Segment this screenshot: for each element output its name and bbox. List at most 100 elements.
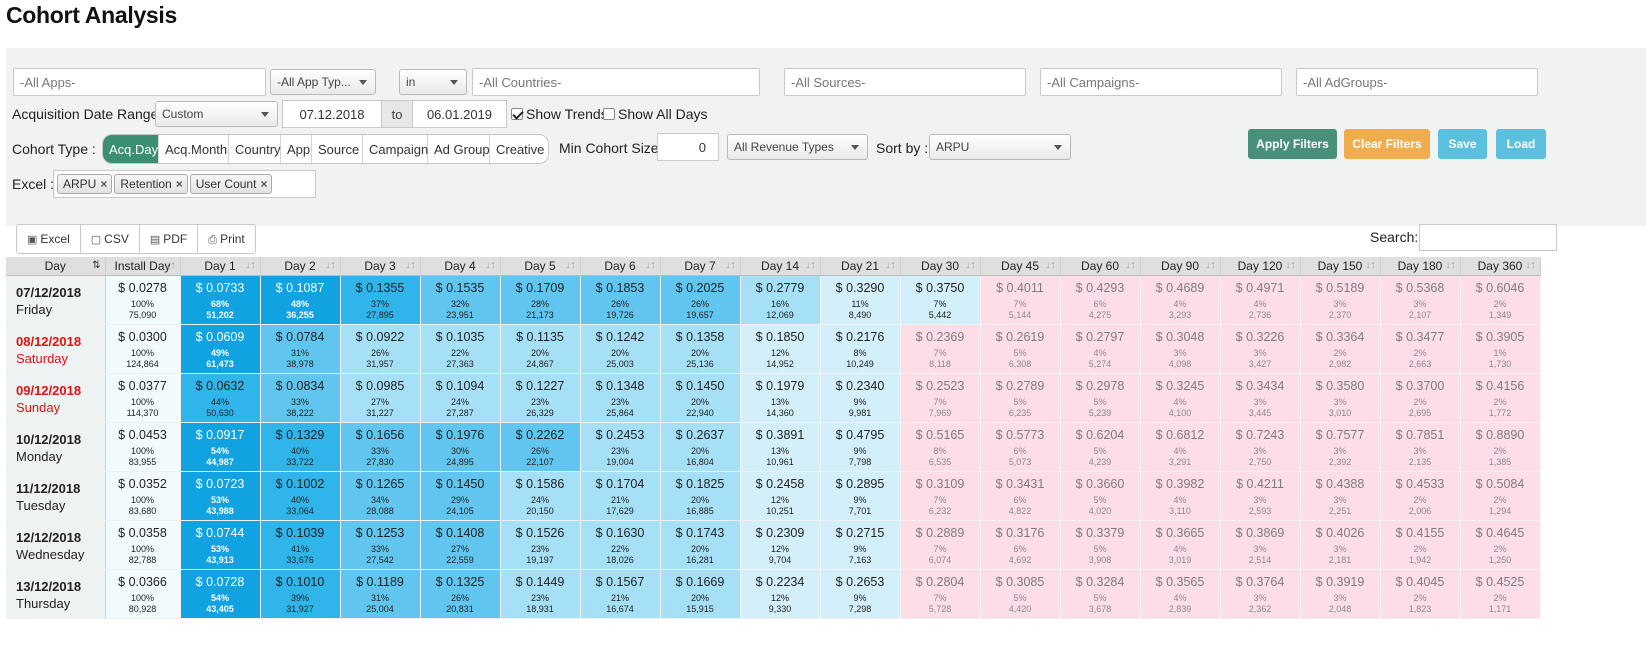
- show-all-days-checkbox[interactable]: Show All Days: [603, 106, 707, 122]
- cohort-cell: $ 0.3982 4% 3,110: [1140, 471, 1221, 521]
- sort-icon[interactable]: ↓↑: [806, 260, 816, 271]
- export-excel-button[interactable]: ▣ Excel: [17, 225, 81, 253]
- column-header-day-21[interactable]: Day 21 ↓↑: [820, 257, 901, 276]
- load-button[interactable]: Load: [1496, 129, 1546, 159]
- column-header-day-1[interactable]: Day 1 ↓↑: [180, 257, 261, 276]
- save-button[interactable]: Save: [1438, 129, 1487, 159]
- clear-filters-button[interactable]: Clear Filters: [1344, 129, 1430, 159]
- cohort-cell: $ 0.2637 20% 16,804: [660, 422, 741, 472]
- date-range-select[interactable]: Custom: [155, 101, 278, 127]
- sort-icon[interactable]: ↓↑: [1286, 260, 1296, 271]
- apps-filter-input[interactable]: -All Apps-: [13, 68, 266, 96]
- sort-icon[interactable]: ↓↑: [246, 260, 256, 271]
- sort-icon[interactable]: ↓↑: [1206, 260, 1216, 271]
- sort-icon[interactable]: ↓↑: [326, 260, 336, 271]
- column-header-day-5[interactable]: Day 5 ↓↑: [500, 257, 581, 276]
- cohort-type-ad-group[interactable]: Ad Group: [428, 135, 490, 163]
- sort-icon[interactable]: ↓↑: [1526, 260, 1536, 271]
- column-header-day-6[interactable]: Day 6 ↓↑: [580, 257, 661, 276]
- min-cohort-size-input[interactable]: 0: [657, 133, 719, 161]
- column-header-day-14[interactable]: Day 14 ↓↑: [740, 257, 821, 276]
- arpu-value: $ 0.3660: [1075, 476, 1125, 491]
- retention-value: 53%: [210, 543, 229, 554]
- user-count-value: 38,222: [286, 407, 314, 418]
- sort-icon[interactable]: ↓↑: [566, 260, 576, 271]
- cohort-type-creative[interactable]: Creative: [490, 135, 548, 163]
- retention-value: 5%: [1093, 592, 1107, 603]
- column-header-day-360[interactable]: Day 360 ↓↑: [1460, 257, 1541, 276]
- sort-icon[interactable]: ↓↑: [1046, 260, 1056, 271]
- user-count-value: 9,981: [848, 407, 872, 418]
- column-header-day-150[interactable]: Day 150 ↓↑: [1300, 257, 1381, 276]
- column-header-day-180[interactable]: Day 180 ↓↑: [1380, 257, 1461, 276]
- sort-icon[interactable]: ↓↑: [1446, 260, 1456, 271]
- apply-filters-button[interactable]: Apply Filters: [1248, 129, 1337, 159]
- cohort-type-acq-month[interactable]: Acq.Month: [159, 135, 229, 163]
- column-header-install-day[interactable]: Install Day ↓↑: [105, 257, 181, 276]
- sort-icon[interactable]: ↓↑: [406, 260, 416, 271]
- cohort-type-country[interactable]: Country: [229, 135, 281, 163]
- sort-icon[interactable]: ⇅: [92, 260, 100, 271]
- column-header-day-45[interactable]: Day 45 ↓↑: [980, 257, 1061, 276]
- arpu-value: $ 0.1979: [755, 378, 805, 393]
- search-input[interactable]: [1419, 224, 1557, 251]
- retention-value: 24%: [530, 494, 549, 505]
- sort-icon[interactable]: ↓↑: [726, 260, 736, 271]
- date-from-input[interactable]: 07.12.2018: [282, 100, 382, 128]
- column-header-day-30[interactable]: Day 30 ↓↑: [900, 257, 981, 276]
- remove-tag-icon[interactable]: ×: [176, 177, 183, 191]
- user-count-value: 38,978: [286, 358, 314, 369]
- show-trends-checkbox[interactable]: Show Trends: [511, 106, 608, 122]
- column-header-day[interactable]: Day ⇅: [6, 257, 106, 276]
- arpu-value: $ 0.1709: [515, 280, 565, 295]
- sort-icon[interactable]: ↓↑: [1126, 260, 1136, 271]
- column-header-day-90[interactable]: Day 90 ↓↑: [1140, 257, 1221, 276]
- cohort-cell: $ 0.0834 33% 38,222: [260, 373, 341, 423]
- arpu-value: $ 0.0358: [118, 525, 167, 540]
- column-header-day-60[interactable]: Day 60 ↓↑: [1060, 257, 1141, 276]
- cohort-type-app[interactable]: App: [281, 135, 312, 163]
- user-count-value: 25,003: [606, 358, 634, 369]
- sort-icon[interactable]: ↓↑: [486, 260, 496, 271]
- sources-filter-input[interactable]: -All Sources-: [784, 68, 1026, 96]
- sort-icon[interactable]: ↓↑: [1366, 260, 1376, 271]
- cohort-type-source[interactable]: Source: [312, 135, 363, 163]
- column-header-day-3[interactable]: Day 3 ↓↑: [340, 257, 421, 276]
- campaigns-filter-input[interactable]: -All Campaigns-: [1040, 68, 1282, 96]
- column-header-day-2[interactable]: Day 2 ↓↑: [260, 257, 341, 276]
- cohort-type-campaign[interactable]: Campaign: [363, 135, 428, 163]
- country-operator-select[interactable]: in: [399, 69, 467, 95]
- retention-value: 4%: [1173, 298, 1187, 309]
- export-pdf-button[interactable]: ▤ PDF: [140, 225, 199, 253]
- date-to-input[interactable]: 06.01.2019: [412, 100, 507, 128]
- arpu-value: $ 0.2262: [515, 427, 565, 442]
- print-button[interactable]: ⎙ Print: [198, 225, 255, 253]
- user-count-value: 6,235: [1008, 407, 1032, 418]
- arpu-value: $ 0.1825: [675, 476, 725, 491]
- cohort-cell: $ 0.4155 2% 1,942: [1380, 520, 1461, 570]
- adgroups-filter-input[interactable]: -All AdGroups-: [1296, 68, 1538, 96]
- arpu-value: $ 0.1450: [435, 476, 485, 491]
- excel-columns-tag-input[interactable]: ARPU × Retention × User Count ×: [53, 170, 316, 198]
- revenue-type-select[interactable]: All Revenue Types: [727, 134, 868, 160]
- remove-tag-icon[interactable]: ×: [100, 177, 107, 191]
- cohort-weekday: Tuesday: [16, 497, 66, 513]
- table-header-row: Day ⇅ Install Day ↓↑ Day 1 ↓↑ Day 2 ↓↑ Day 3 ↓↑ Da…: [6, 257, 1541, 276]
- arpu-value: $ 0.4045: [1395, 574, 1445, 589]
- user-count-value: 18,931: [526, 603, 554, 614]
- app-type-select[interactable]: -All App Typ...: [270, 69, 376, 95]
- sort-icon[interactable]: ↓↑: [166, 260, 176, 271]
- sort-icon[interactable]: ↓↑: [966, 260, 976, 271]
- column-header-day-120[interactable]: Day 120 ↓↑: [1220, 257, 1301, 276]
- sort-icon[interactable]: ↓↑: [646, 260, 656, 271]
- export-csv-button[interactable]: ▢ CSV: [81, 225, 140, 253]
- column-header-day-7[interactable]: Day 7 ↓↑: [660, 257, 741, 276]
- cohort-type-acq-day[interactable]: Acq.Day: [103, 135, 159, 163]
- sort-icon[interactable]: ↓↑: [886, 260, 896, 271]
- countries-filter-input[interactable]: -All Countries-: [472, 68, 760, 96]
- sort-by-select[interactable]: ARPU: [929, 134, 1071, 160]
- arpu-value: $ 0.3919: [1315, 574, 1365, 589]
- remove-tag-icon[interactable]: ×: [260, 177, 267, 191]
- column-header-day-4[interactable]: Day 4 ↓↑: [420, 257, 501, 276]
- user-count-value: 4,098: [1168, 358, 1192, 369]
